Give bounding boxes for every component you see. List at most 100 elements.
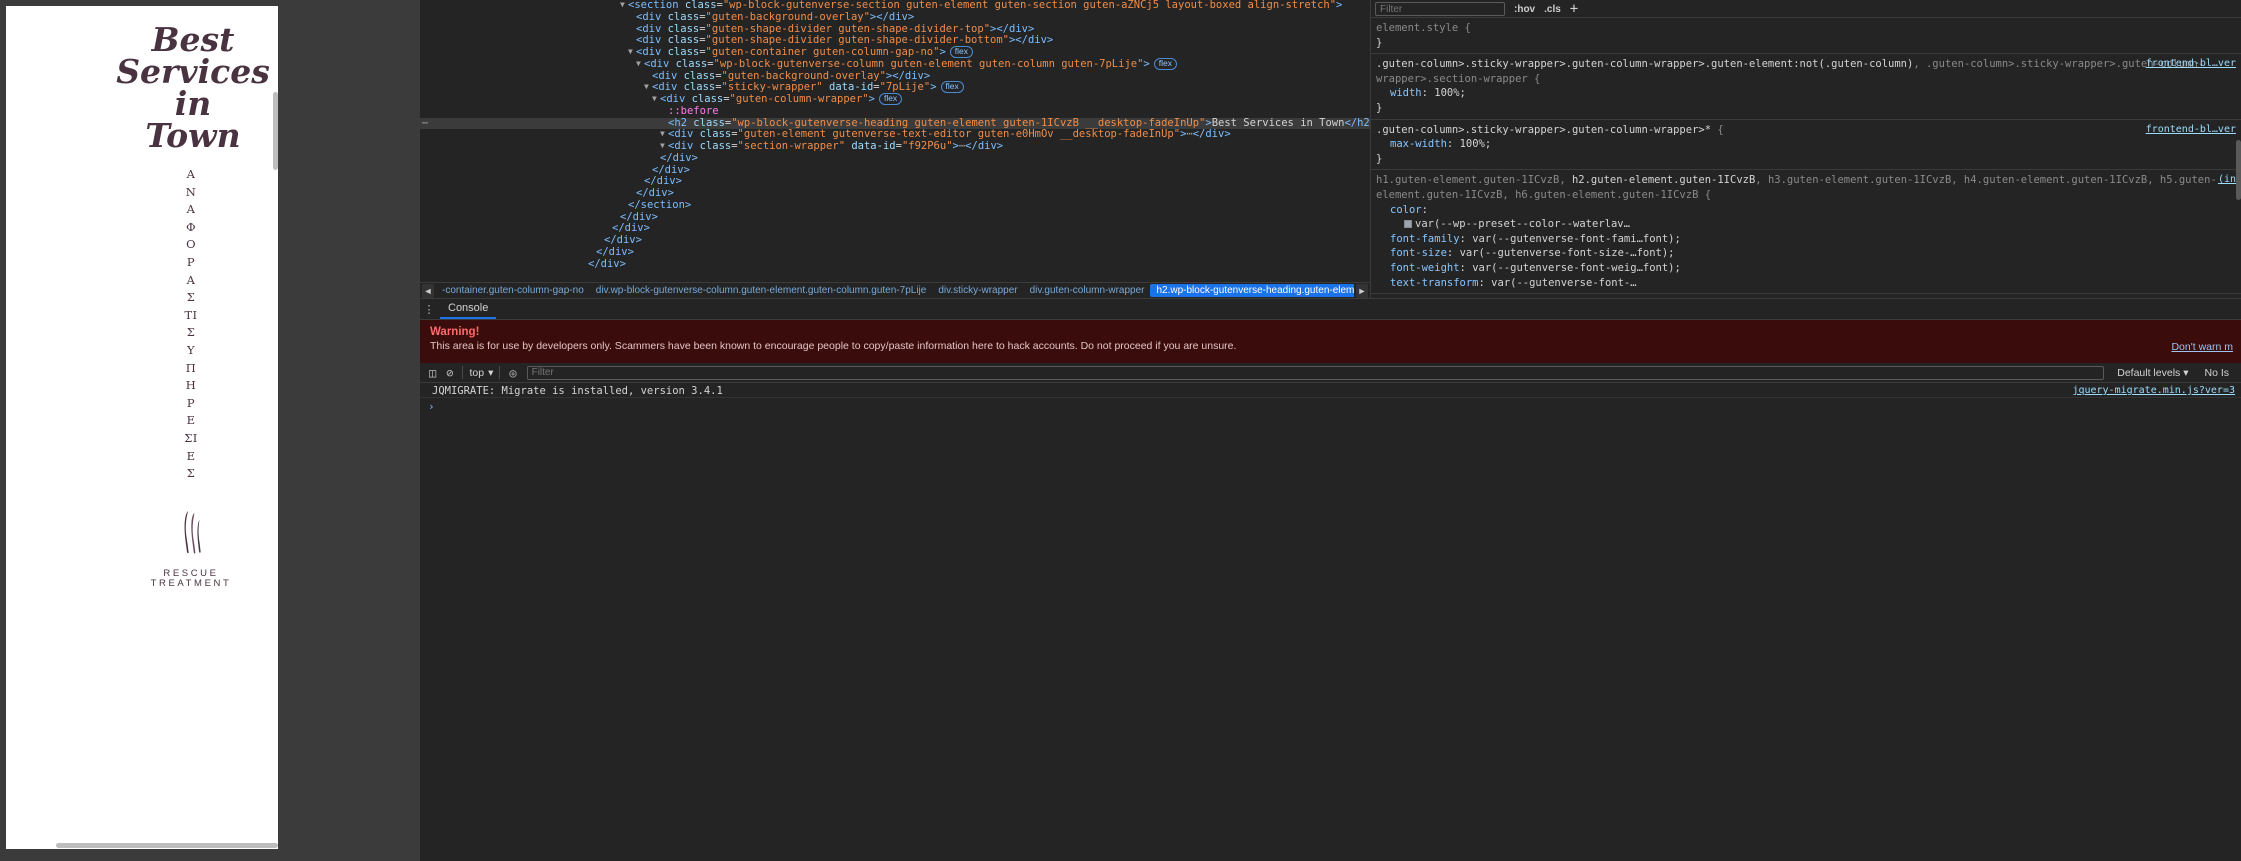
css-close-brace: } xyxy=(1376,36,1383,49)
vertical-char: ΣΙ xyxy=(184,430,198,445)
css-value: var(--wp--preset--color--waterlav… xyxy=(1415,218,1630,231)
dom-breadcrumb[interactable]: ◄ -container.guten-column-gap-no div.wp-b… xyxy=(420,282,1370,298)
breadcrumb-scroll-right-icon[interactable]: ► xyxy=(1356,283,1368,298)
styles-scrollbar[interactable] xyxy=(2236,140,2241,200)
logo-name-line-2: TREATMENT xyxy=(150,578,232,590)
vertical-greek-text: Α Ν Α Φ Ο Ρ Α Σ ΤΙ Σ Υ Π Η Ρ Ε ΣΙ Ε Σ xyxy=(102,166,278,483)
expand-twisty-icon[interactable]: ▼ xyxy=(644,81,652,93)
css-close-brace: } xyxy=(1376,101,1383,114)
hov-toggle[interactable]: :hov xyxy=(1514,4,1535,15)
breadcrumb-item[interactable]: div.sticky-wrapper xyxy=(932,284,1023,297)
dom-node[interactable]: </div> xyxy=(420,175,1370,188)
dom-node[interactable]: </div> xyxy=(420,187,1370,200)
vertical-char: Ε xyxy=(186,413,196,428)
console-log-list: JQMIGRATE: Migrate is installed, version… xyxy=(420,383,2241,398)
vertical-char: Ρ xyxy=(186,395,196,410)
vertical-char: Σ xyxy=(186,290,196,305)
styles-toolbar: :hov .cls + xyxy=(1371,0,2241,18)
console-prompt[interactable]: › xyxy=(420,398,2241,415)
console-toolbar: ◫ ⊘ top ▾ ◎ Default levels ▾ No Is xyxy=(420,363,2241,383)
dom-node[interactable]: ▼ <div class="guten-column-wrapper"> flex xyxy=(420,93,1370,106)
console-filter-input[interactable] xyxy=(526,365,2105,380)
color-swatch[interactable] xyxy=(1404,220,1412,229)
expand-twisty-icon[interactable]: ▼ xyxy=(636,58,644,70)
dom-node[interactable]: </div> xyxy=(420,211,1370,224)
toolbar-divider xyxy=(462,366,464,379)
css-rule[interactable]: element.style {} xyxy=(1371,18,2241,55)
new-style-rule-button[interactable]: + xyxy=(1570,1,1578,17)
css-rule[interactable]: (in h1.guten-element.guten-1ICvzB, h2.gut… xyxy=(1371,170,2241,295)
breadcrumb-item[interactable]: -container.guten-column-gap-no xyxy=(436,284,590,297)
style-source-link[interactable]: frontend-bl…ver xyxy=(2146,57,2236,72)
more-tools-icon[interactable]: ⋮ xyxy=(420,304,438,315)
dom-node[interactable]: </div> xyxy=(420,234,1370,247)
css-selector[interactable]: .guten-column>.sticky-wrapper>.guten-col… xyxy=(1376,57,2236,86)
log-source-link[interactable]: jquery-migrate.min.js?ver=3 xyxy=(2072,385,2235,396)
css-property: width xyxy=(1390,87,1422,100)
css-declaration[interactable]: font-weight: var(--gutenverse-font-weig…… xyxy=(1376,261,2236,276)
live-expression-icon[interactable]: ◎ xyxy=(509,367,516,379)
chevron-down-icon[interactable]: ▾ xyxy=(488,367,493,379)
css-declaration[interactable]: max-width: 100%; xyxy=(1376,137,2236,152)
css-close-brace: } xyxy=(1376,152,1383,165)
dom-node[interactable]: </section> xyxy=(420,199,1370,212)
dom-node[interactable]: </div> xyxy=(420,164,1370,177)
log-levels-dropdown[interactable]: Default levels ▾ xyxy=(2117,367,2188,379)
css-selector[interactable]: element.style { xyxy=(1376,21,2236,36)
chevron-down-icon: ▾ xyxy=(2183,366,2189,379)
heading-line-4: Town xyxy=(145,116,241,155)
page-viewport: Best Services in Town Α Ν Α Φ Ο Ρ Α Σ ΤΙ… xyxy=(0,0,420,861)
css-property: font-size xyxy=(1390,247,1447,260)
css-rule[interactable]: frontend-bl…ver .guten-column>.sticky-wra… xyxy=(1371,120,2241,171)
breadcrumb-item-active[interactable]: h2.wp-block-gutenverse-heading.guten-ele… xyxy=(1150,284,1354,297)
cls-toggle[interactable]: .cls xyxy=(1544,4,1561,15)
vertical-char: Ν xyxy=(185,184,197,199)
dom-node[interactable]: </div> xyxy=(420,258,1370,271)
page-vertical-scrollbar[interactable] xyxy=(273,92,278,170)
css-declaration[interactable]: font-size: var(--gutenverse-font-size-…f… xyxy=(1376,246,2236,261)
css-declaration[interactable]: color: var(--wp--preset--color--waterlav… xyxy=(1376,203,2236,232)
css-property: text-transform xyxy=(1390,276,1479,289)
clear-console-icon[interactable]: ⊘ xyxy=(446,367,453,379)
expand-twisty-icon[interactable]: ▼ xyxy=(652,93,660,105)
expand-twisty-icon[interactable]: ▼ xyxy=(660,140,668,152)
breadcrumb-items: -container.guten-column-gap-no div.wp-blo… xyxy=(436,284,1354,297)
warning-body: This area is for use by developers only.… xyxy=(430,340,1237,352)
tab-console[interactable]: Console xyxy=(440,300,497,319)
breadcrumb-item[interactable]: div.guten-column-wrapper xyxy=(1024,284,1151,297)
style-source-link[interactable]: frontend-bl…ver xyxy=(2146,123,2236,138)
dom-node[interactable]: ▼ <div class="section-wrapper" data-id="f… xyxy=(420,140,1370,153)
dom-node[interactable]: </div> xyxy=(420,152,1370,165)
toolbar-divider xyxy=(499,366,501,379)
expand-twisty-icon[interactable]: ▼ xyxy=(620,0,628,11)
execution-context-label[interactable]: top xyxy=(469,367,484,379)
expand-twisty-icon[interactable]: ▼ xyxy=(628,46,636,58)
console-drawer: ⋮ Console Warning! This area is for use … xyxy=(420,298,2241,861)
css-rule[interactable]: frontend-bl…ver .guten-column>.sticky-wra… xyxy=(1371,54,2241,120)
vertical-char: Α xyxy=(186,167,196,181)
page-content-column: Best Services in Town Α Ν Α Φ Ο Ρ Α Σ ΤΙ… xyxy=(102,23,278,590)
css-selector[interactable]: h1.guten-element.guten-1ICvzB, h2.guten-… xyxy=(1376,173,2236,202)
vertical-char: Ρ xyxy=(186,254,196,269)
page-horizontal-scrollbar[interactable] xyxy=(56,843,278,848)
issues-label[interactable]: No Is xyxy=(2204,367,2229,379)
css-declaration[interactable]: font-family: var(--gutenverse-font-fami…… xyxy=(1376,232,2236,247)
dont-warn-link[interactable]: Don't warn m xyxy=(2171,341,2233,353)
dom-node[interactable]: </div> xyxy=(420,222,1370,235)
vertical-char: Ο xyxy=(186,237,196,252)
console-sidebar-icon[interactable]: ◫ xyxy=(429,367,436,379)
css-selector[interactable]: .guten-column>.sticky-wrapper>.guten-col… xyxy=(1376,123,2236,138)
breadcrumb-item[interactable]: div.wp-block-gutenverse-column.guten-ele… xyxy=(590,284,933,297)
vertical-char: Α xyxy=(186,202,196,217)
css-declaration[interactable]: text-transform: var(--gutenverse-font-… xyxy=(1376,276,2236,291)
breadcrumb-scroll-left-icon[interactable]: ◄ xyxy=(422,283,434,298)
styles-filter-input[interactable] xyxy=(1375,2,1505,16)
dom-tree[interactable]: ▼ <section class="wp-block-gutenverse-sec… xyxy=(420,0,1370,282)
expand-twisty-icon[interactable]: ▼ xyxy=(660,128,668,140)
style-source-link[interactable]: (in xyxy=(2218,173,2236,188)
brand-logo-name: RESCUE TREATMENT xyxy=(102,568,278,590)
dom-node[interactable]: </div> xyxy=(420,246,1370,259)
warning-title: Warning! xyxy=(430,326,480,338)
css-declaration[interactable]: width: 100%; xyxy=(1376,86,2236,101)
css-value: 100%; xyxy=(1459,138,1492,151)
